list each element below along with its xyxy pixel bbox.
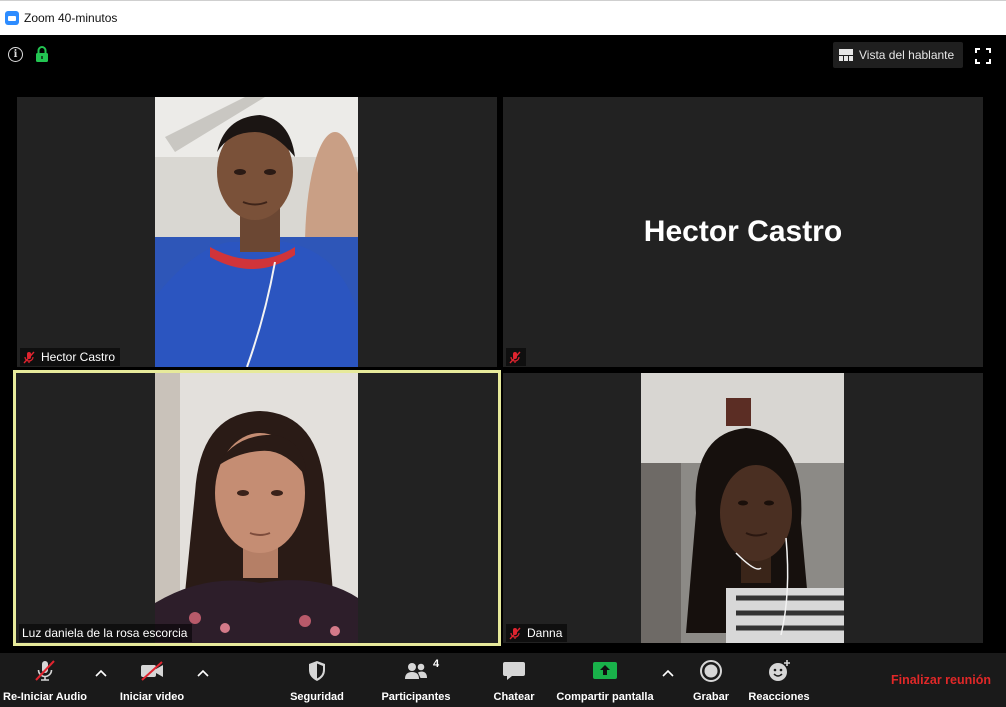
chat-bubble-icon	[503, 662, 525, 680]
video-label: Iniciar video	[119, 691, 185, 703]
participant-name: Danna	[527, 626, 563, 640]
lock-icon[interactable]	[35, 46, 49, 63]
add-reaction-icon	[769, 660, 790, 681]
share-screen-label: Compartir pantalla	[556, 691, 654, 703]
participant-name-tag: Danna	[506, 624, 568, 642]
participants-button[interactable]: Participantes	[376, 653, 456, 707]
reactions-button[interactable]: Reacciones	[746, 653, 812, 707]
share-screen-button[interactable]: Compartir pantalla	[553, 653, 657, 707]
speaker-view-icon	[839, 49, 853, 61]
video-tile-hector[interactable]: Hector Castro	[17, 97, 497, 367]
participant-name-tag: Hector Castro	[20, 348, 121, 366]
muted-mic-icon	[23, 351, 35, 363]
record-icon	[700, 660, 722, 682]
participant-display-name: Hector Castro	[643, 215, 843, 248]
speaker-view-label: Vista del hablante	[859, 48, 955, 62]
fullscreen-icon[interactable]	[975, 48, 991, 64]
security-button[interactable]: Seguridad	[284, 653, 350, 707]
participants-count: 4	[433, 658, 440, 670]
participant-video	[641, 373, 844, 643]
audio-button[interactable]: Re-Iniciar Audio	[0, 653, 90, 707]
meeting-toolbar: Re-Iniciar Audio Iniciar video Seguridad…	[0, 653, 1006, 707]
active-speaker-border	[13, 370, 501, 646]
participant-name-tag	[506, 348, 526, 366]
share-options-caret-icon[interactable]	[662, 669, 674, 677]
muted-mic-icon	[509, 351, 521, 363]
window-titlebar: Zoom 40-minutos	[0, 0, 1006, 35]
record-button[interactable]: Grabar	[688, 653, 734, 707]
end-meeting-button[interactable]: Finalizar reunión	[882, 667, 1000, 693]
chat-label: Chatear	[493, 691, 535, 703]
share-screen-icon	[593, 662, 617, 679]
video-off-icon	[141, 661, 163, 681]
muted-microphone-icon	[35, 660, 55, 681]
window-title: Zoom 40-minutos	[24, 11, 118, 25]
zoom-app-icon	[5, 11, 19, 25]
participants-label: Participantes	[381, 691, 451, 703]
video-tile-danna[interactable]: Danna	[503, 373, 983, 643]
video-tile-hector-name[interactable]: Hector Castro	[503, 97, 983, 367]
chat-button[interactable]: Chatear	[486, 653, 542, 707]
shield-icon	[309, 661, 325, 681]
speaker-view-button[interactable]: Vista del hablante	[833, 42, 963, 68]
audio-label: Re-Iniciar Audio	[3, 691, 87, 703]
muted-mic-icon	[509, 627, 521, 639]
record-label: Grabar	[692, 691, 730, 703]
info-icon[interactable]: i	[8, 47, 23, 62]
security-label: Seguridad	[290, 691, 344, 703]
video-button[interactable]: Iniciar video	[116, 653, 188, 707]
meeting-stage: i Vista del hablante Hector Castro Hecto…	[0, 35, 1006, 653]
participants-icon	[405, 663, 427, 679]
participant-video	[155, 97, 358, 367]
reactions-label: Reacciones	[748, 691, 810, 703]
video-options-caret-icon[interactable]	[197, 669, 209, 677]
audio-options-caret-icon[interactable]	[95, 669, 107, 677]
participant-name: Hector Castro	[41, 350, 116, 364]
